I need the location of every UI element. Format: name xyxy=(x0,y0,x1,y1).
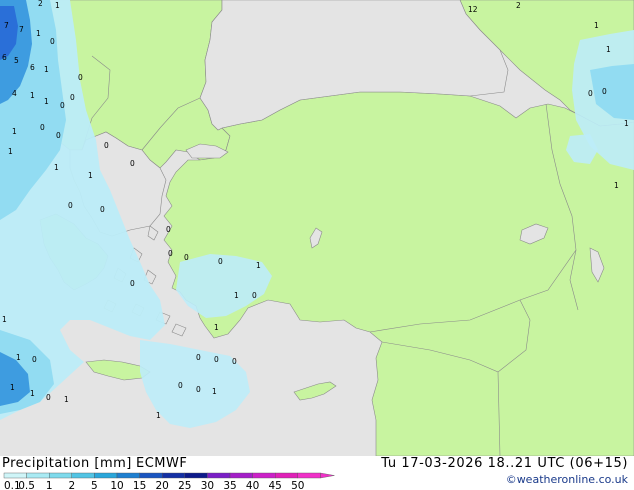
value-label: 1 xyxy=(8,147,13,156)
value-label: 0 xyxy=(40,123,45,132)
legend-tick-label: 1 xyxy=(46,480,53,490)
value-label: 1 xyxy=(64,395,69,404)
legend-swatch xyxy=(49,472,73,479)
value-label: 1 xyxy=(44,65,49,74)
value-label: 7 xyxy=(4,21,9,30)
valid-time: Tu 17-03-2026 18..21 UTC (06+15) xyxy=(381,456,628,471)
legend-tick-label: 2 xyxy=(68,480,75,490)
value-label: 1 xyxy=(212,387,217,396)
value-label: 1 xyxy=(624,119,629,128)
value-label: 7 xyxy=(19,25,24,34)
value-label: 1 xyxy=(614,181,619,190)
value-label: 0 xyxy=(196,353,201,362)
value-label: 0 xyxy=(602,87,607,96)
value-label: 1 xyxy=(54,163,59,172)
legend-swatch xyxy=(184,472,208,479)
legend-swatch xyxy=(207,472,231,479)
legend-swatch xyxy=(252,472,276,479)
value-label: 1 xyxy=(234,291,239,300)
value-label: 0 xyxy=(168,249,173,258)
legend-swatch xyxy=(116,472,140,479)
value-label: 0 xyxy=(214,355,219,364)
value-label: 1 xyxy=(36,29,41,38)
legend-tick-label: 40 xyxy=(246,480,259,490)
value-label: 0 xyxy=(60,101,65,110)
value-label: 0 xyxy=(50,37,55,46)
legend-swatch xyxy=(3,472,27,479)
legend-tick-labels: 0.10.5 1 2 5 10 15 20 25 30 35 40 45 50 xyxy=(4,480,304,490)
value-label: 0 xyxy=(178,381,183,390)
value-label: 1 xyxy=(10,383,15,392)
legend-tick-label: 0.5 xyxy=(18,480,35,490)
map-footer: Precipitation [mm] ECMWF Tu 17-03-2026 1… xyxy=(0,456,634,490)
legend-swatch xyxy=(71,472,95,479)
legend-tick-label: 35 xyxy=(223,480,236,490)
value-label: 6 xyxy=(30,63,35,72)
map-title: Precipitation [mm] xyxy=(2,456,132,471)
site-credit-link[interactable]: ©weatheronline.co.uk xyxy=(506,473,628,486)
value-label: 1 xyxy=(2,315,7,324)
value-label: 0 xyxy=(130,159,135,168)
value-label: 0 xyxy=(218,257,223,266)
value-label: 1 xyxy=(88,171,93,180)
value-label: 1 xyxy=(156,411,161,420)
legend-swatch xyxy=(275,472,299,479)
value-label: 0 xyxy=(130,279,135,288)
value-label: 0 xyxy=(196,385,201,394)
value-label: 1 xyxy=(30,91,35,100)
value-label: 0 xyxy=(32,355,37,364)
value-label: 5 xyxy=(14,56,19,65)
model-name: ECMWF xyxy=(136,456,188,471)
legend-tick-label: 45 xyxy=(269,480,282,490)
value-label: 1 xyxy=(594,21,599,30)
value-label: 0 xyxy=(46,393,51,402)
value-label: 0 xyxy=(104,141,109,150)
value-label: 1 xyxy=(16,353,21,362)
weather-map-figure: 2 1 7 7 1 6 5 6 1 0 4 1 1 0 0 1 0 1 1 1 … xyxy=(0,0,634,490)
value-label: 0 xyxy=(232,357,237,366)
value-label: 1 xyxy=(606,45,611,54)
value-label: 1 xyxy=(44,97,49,106)
value-label: 0 xyxy=(252,291,257,300)
value-label: 6 xyxy=(2,53,7,62)
value-label: 2 xyxy=(516,1,521,10)
legend-swatch xyxy=(139,472,163,479)
value-label: 1 xyxy=(12,127,17,136)
value-label: 1 xyxy=(214,323,219,332)
value-label: 0 xyxy=(184,253,189,262)
value-label: 1 xyxy=(55,1,60,10)
precipitation-color-legend: 0.10.5 1 2 5 10 15 20 25 30 35 40 45 50 xyxy=(3,472,335,490)
value-label: 0 xyxy=(56,131,61,140)
value-label: 0 xyxy=(166,225,171,234)
legend-overflow-arrow xyxy=(320,472,335,479)
value-label: 0 xyxy=(78,73,83,82)
value-label: 12 xyxy=(468,5,478,14)
value-label: 1 xyxy=(256,261,261,270)
legend-tick-label: 50 xyxy=(291,480,304,490)
value-label: 0 xyxy=(100,205,105,214)
legend-tick-label: 30 xyxy=(201,480,214,490)
legend-tick-label: 15 xyxy=(133,480,146,490)
value-label: 1 xyxy=(30,389,35,398)
legend-swatch xyxy=(229,472,253,479)
precipitation-map: 2 1 7 7 1 6 5 6 1 0 4 1 1 0 0 1 0 1 1 1 … xyxy=(0,0,634,456)
value-label: 0 xyxy=(68,201,73,210)
legend-tick-label: 5 xyxy=(91,480,98,490)
legend-swatches xyxy=(3,472,335,479)
legend-tick-label: 10 xyxy=(110,480,123,490)
legend-swatch xyxy=(94,472,118,479)
legend-tick-label: 20 xyxy=(156,480,169,490)
legend-swatch xyxy=(297,472,321,479)
value-label: 0 xyxy=(70,93,75,102)
legend-swatch xyxy=(161,472,185,479)
legend-swatch xyxy=(26,472,50,479)
value-label: 2 xyxy=(38,0,43,8)
value-label: 0 xyxy=(588,89,593,98)
legend-tick-label: 25 xyxy=(178,480,191,490)
value-label: 4 xyxy=(12,89,17,98)
